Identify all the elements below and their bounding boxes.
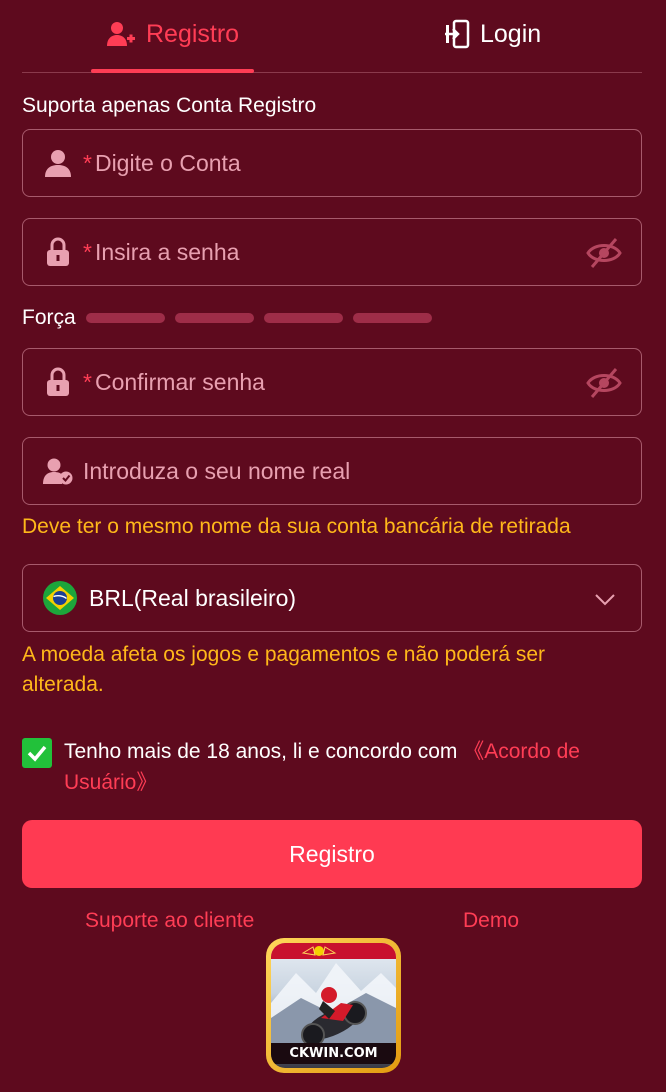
- add-user-icon: [107, 22, 135, 46]
- lock-icon: [43, 237, 73, 267]
- real-name-input[interactable]: [83, 457, 553, 485]
- password-input[interactable]: [94, 238, 565, 266]
- tab-register-label: Registro: [146, 19, 240, 48]
- account-input[interactable]: [94, 149, 565, 177]
- auth-tabs: Registro Login: [22, 0, 642, 73]
- currency-hint: A moeda afeta os jogos e pagamentos e nã…: [22, 643, 546, 696]
- strength-bar: [174, 313, 254, 323]
- login-icon: [445, 19, 470, 49]
- required-mark: *: [83, 368, 92, 395]
- eye-off-icon[interactable]: [585, 366, 623, 400]
- brazil-flag-icon: [43, 581, 77, 615]
- active-tab-indicator: [91, 69, 254, 73]
- tab-login[interactable]: Login: [444, 16, 541, 52]
- chevron-down-icon: [595, 594, 615, 606]
- strength-label: Força: [22, 306, 76, 329]
- logo-artwork: CKWIN.COM: [271, 943, 396, 1068]
- tab-register[interactable]: Registro: [106, 16, 239, 52]
- strength-bar: [263, 313, 343, 323]
- password-strength: Força: [22, 306, 442, 330]
- lock-icon: [43, 367, 73, 397]
- currency-value: BRL(Real brasileiro): [89, 584, 297, 611]
- app-logo: CKWIN.COM: [266, 938, 401, 1073]
- agree-text: Tenho mais de 18 anos, li e concordo com: [64, 740, 464, 763]
- confirm-password-input[interactable]: [94, 368, 565, 396]
- logo-text: CKWIN.COM: [271, 1043, 396, 1064]
- strength-bar: [85, 313, 165, 323]
- required-mark: *: [83, 149, 92, 176]
- strength-bar: [352, 313, 432, 323]
- eye-off-icon[interactable]: [585, 236, 623, 270]
- currency-select[interactable]: BRL(Real brasileiro): [22, 564, 642, 632]
- agree-text-block: Tenho mais de 18 anos, li e concordo com…: [64, 736, 634, 798]
- section-label: Suporta apenas Conta Registro: [22, 94, 317, 117]
- account-field[interactable]: *: [22, 129, 642, 197]
- user-check-icon: [43, 456, 73, 486]
- tab-login-label: Login: [480, 19, 542, 48]
- real-name-field[interactable]: [22, 437, 642, 505]
- real-name-hint: Deve ter o mesmo nome da sua conta bancá…: [22, 515, 571, 538]
- user-icon: [43, 148, 73, 178]
- customer-support-link[interactable]: Suporte ao cliente: [85, 909, 254, 933]
- register-button[interactable]: Registro: [22, 820, 642, 888]
- password-field[interactable]: *: [22, 218, 642, 286]
- check-icon: [27, 745, 47, 762]
- required-mark: *: [83, 238, 92, 265]
- demo-link[interactable]: Demo: [463, 909, 519, 933]
- confirm-password-field[interactable]: *: [22, 348, 642, 416]
- agree-checkbox[interactable]: [22, 738, 52, 768]
